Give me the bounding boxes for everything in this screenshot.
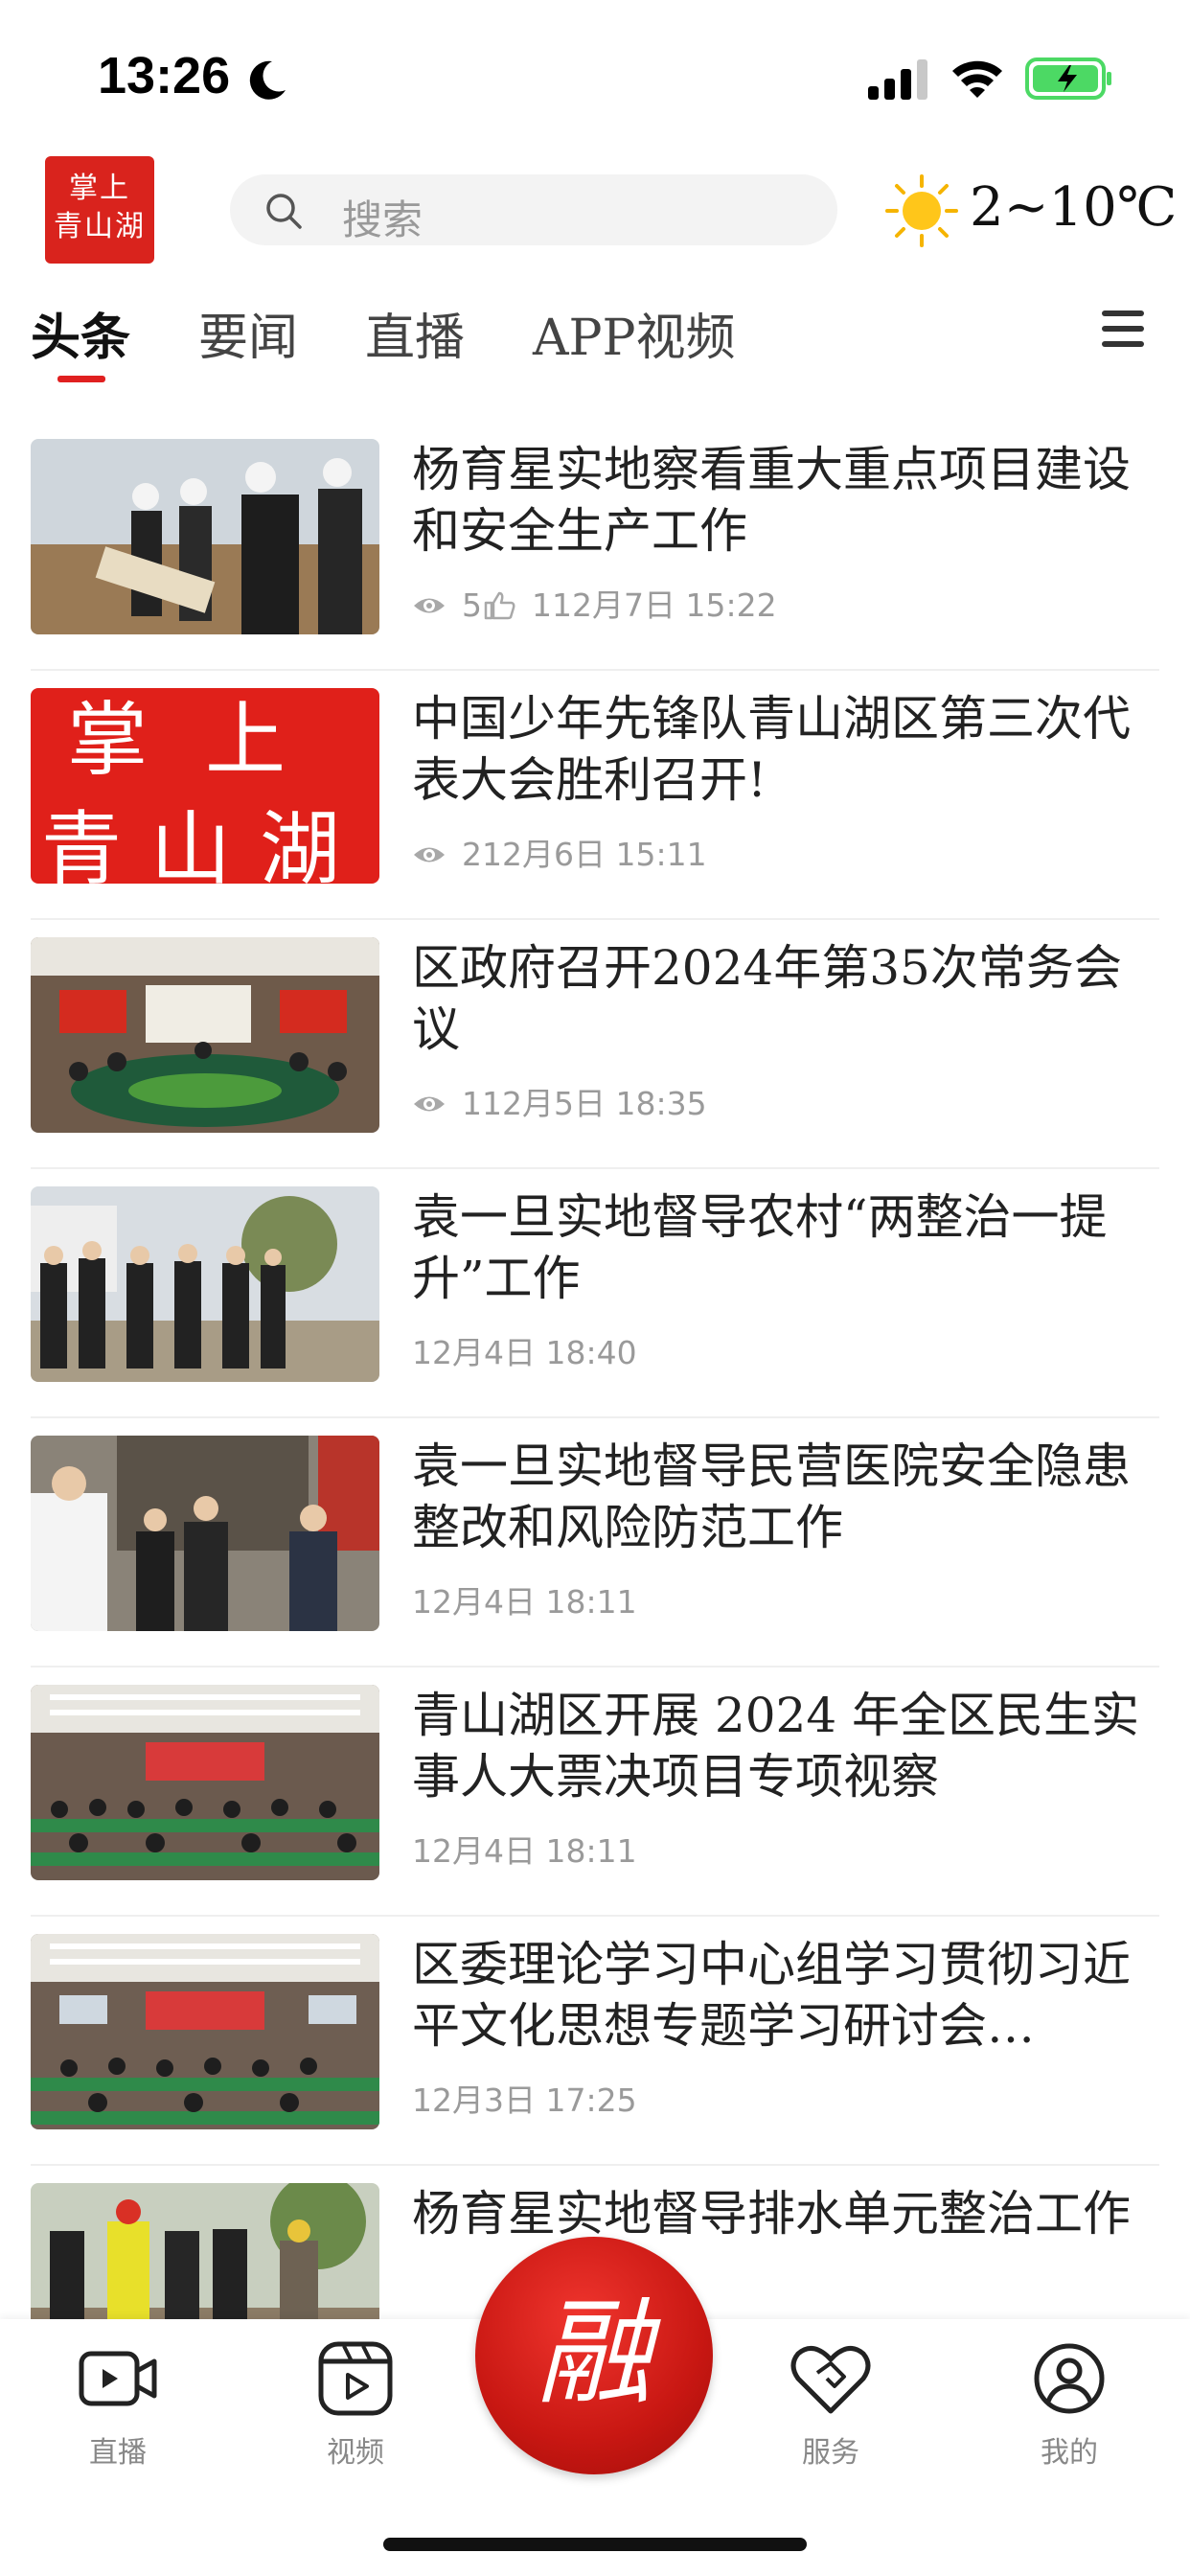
search-icon <box>266 194 302 229</box>
thumbs-up-icon <box>484 591 515 620</box>
nav-live[interactable]: 直播 <box>32 2340 204 2471</box>
tab-live[interactable]: 直播 <box>365 297 465 369</box>
news-meta: 112月5日 18:35 <box>412 1078 707 1124</box>
news-thumbnail <box>31 937 379 1133</box>
news-date: 12月4日 18:40 <box>412 1334 637 1371</box>
moon-icon <box>249 60 286 100</box>
status-time: 13:26 <box>98 47 231 104</box>
nav-video-label: 视频 <box>327 2436 384 2470</box>
news-date: 12月4日 18:11 <box>412 1832 637 1870</box>
views-eye-icon <box>414 847 445 862</box>
news-meta: 12月4日 18:40 <box>412 1327 637 1373</box>
news-title: 青山湖区开展 2024 年全区民生实事人大票决项目专项视察 <box>412 1688 1140 1805</box>
fusion-label: 融 <box>537 2288 652 2421</box>
news-date: 12月5日 18:35 <box>482 1085 707 1122</box>
app-logo[interactable]: 掌上 青山湖 <box>45 156 154 264</box>
news-item[interactable]: 区政府召开2024年第35次常务会议 112月5日 18:35 <box>0 920 1190 1169</box>
news-thumbnail <box>31 439 379 634</box>
nav-live-label: 直播 <box>89 2436 147 2470</box>
nav-video[interactable]: 视频 <box>269 2340 442 2471</box>
nav-service[interactable]: 服务 <box>744 2340 917 2471</box>
weather-temperature: 2~10℃ <box>970 176 1178 239</box>
views-eye-icon <box>414 598 445 613</box>
thumbnail-logo-text-bottom: 青山湖 <box>40 802 369 884</box>
tab-headlines[interactable]: 头条 <box>31 297 130 369</box>
tab-news[interactable]: 要闻 <box>198 297 298 369</box>
live-video-icon <box>79 2351 157 2406</box>
views-count: 1 <box>462 1085 482 1122</box>
nav-mine-label: 我的 <box>1041 2436 1098 2470</box>
battery-charging-icon <box>1025 58 1111 100</box>
news-thumbnail <box>31 1934 379 2129</box>
user-profile-icon <box>1034 2343 1105 2414</box>
fusion-center-button[interactable]: 融 <box>475 2237 713 2474</box>
news-meta: 12月4日 18:11 <box>412 1576 637 1622</box>
status-bar: 13:26 <box>0 0 1190 144</box>
news-thumbnail <box>31 1685 379 1880</box>
news-title: 袁一旦实地督导民营医院安全隐患整改和风险防范工作 <box>412 1438 1131 1555</box>
wifi-icon <box>952 60 1002 98</box>
search-bar[interactable]: 搜索 <box>230 174 837 245</box>
news-meta: 12月3日 17:25 <box>412 2075 637 2121</box>
news-date: 12月6日 15:11 <box>482 836 707 873</box>
news-meta: 5 112月7日 15:22 <box>412 580 777 626</box>
news-thumbnail <box>31 1186 379 1382</box>
news-date: 12月3日 17:25 <box>412 2082 637 2119</box>
logo-line-1: 掌上 <box>69 172 130 205</box>
news-thumbnail <box>31 1436 379 1631</box>
news-item[interactable]: 掌上 青山湖 中国少年先锋队青山湖区第三次代表大会胜利召开! 212月6日 15… <box>0 671 1190 920</box>
thumbnail-logo-text-top: 掌上 <box>66 693 343 787</box>
handshake-heart-icon <box>790 2346 871 2414</box>
sun-weather-icon[interactable] <box>883 172 960 249</box>
news-thumbnail: 掌上 青山湖 <box>31 688 379 884</box>
news-title: 袁一旦实地督导农村“两整治一提升”工作 <box>412 1189 1108 1306</box>
active-tab-indicator <box>57 376 105 382</box>
news-date: 12月4日 18:11 <box>412 1583 637 1621</box>
views-count: 2 <box>462 836 482 873</box>
nav-mine[interactable]: 我的 <box>983 2340 1156 2471</box>
video-play-icon <box>318 2341 393 2416</box>
news-title: 区委理论学习中心组学习贯彻习近平文化思想专题学习研讨会… <box>412 1937 1131 2054</box>
news-item[interactable]: 青山湖区开展 2024 年全区民生实事人大票决项目专项视察 12月4日 18:1… <box>0 1668 1190 1917</box>
news-meta: 212月6日 15:11 <box>412 829 707 875</box>
news-title: 杨育星实地察看重大重点项目建设和安全生产工作 <box>412 442 1131 559</box>
news-meta: 12月4日 18:11 <box>412 1826 637 1872</box>
views-eye-icon <box>414 1096 445 1112</box>
views-count: 5 <box>462 586 482 624</box>
news-item[interactable]: 杨育星实地察看重大重点项目建设和安全生产工作 5 112月7日 15:22 <box>0 422 1190 671</box>
nav-service-label: 服务 <box>802 2436 859 2470</box>
news-item[interactable]: 袁一旦实地督导民营医院安全隐患整改和风险防范工作 12月4日 18:11 <box>0 1418 1190 1668</box>
menu-icon[interactable] <box>1100 309 1146 349</box>
news-title: 中国少年先锋队青山湖区第三次代表大会胜利召开! <box>412 691 1131 808</box>
tab-app-video[interactable]: APP视频 <box>533 297 736 369</box>
news-item[interactable]: 区委理论学习中心组学习贯彻习近平文化思想专题学习研讨会… 12月3日 17:25 <box>0 1917 1190 2166</box>
news-item[interactable]: 袁一旦实地督导农村“两整治一提升”工作 12月4日 18:40 <box>0 1169 1190 1418</box>
logo-line-2: 青山湖 <box>54 210 146 243</box>
news-date: 12月7日 15:22 <box>552 586 777 624</box>
search-placeholder: 搜索 <box>342 196 423 243</box>
home-indicator[interactable] <box>383 2538 807 2551</box>
news-title: 区政府召开2024年第35次常务会议 <box>412 940 1122 1057</box>
category-tabs: 头条 要闻 直播 APP视频 <box>0 297 1190 383</box>
news-title: 杨育星实地督导排水单元整治工作 <box>412 2186 1131 2242</box>
likes-count: 1 <box>532 586 552 624</box>
cellular-signal-icon <box>868 59 927 100</box>
